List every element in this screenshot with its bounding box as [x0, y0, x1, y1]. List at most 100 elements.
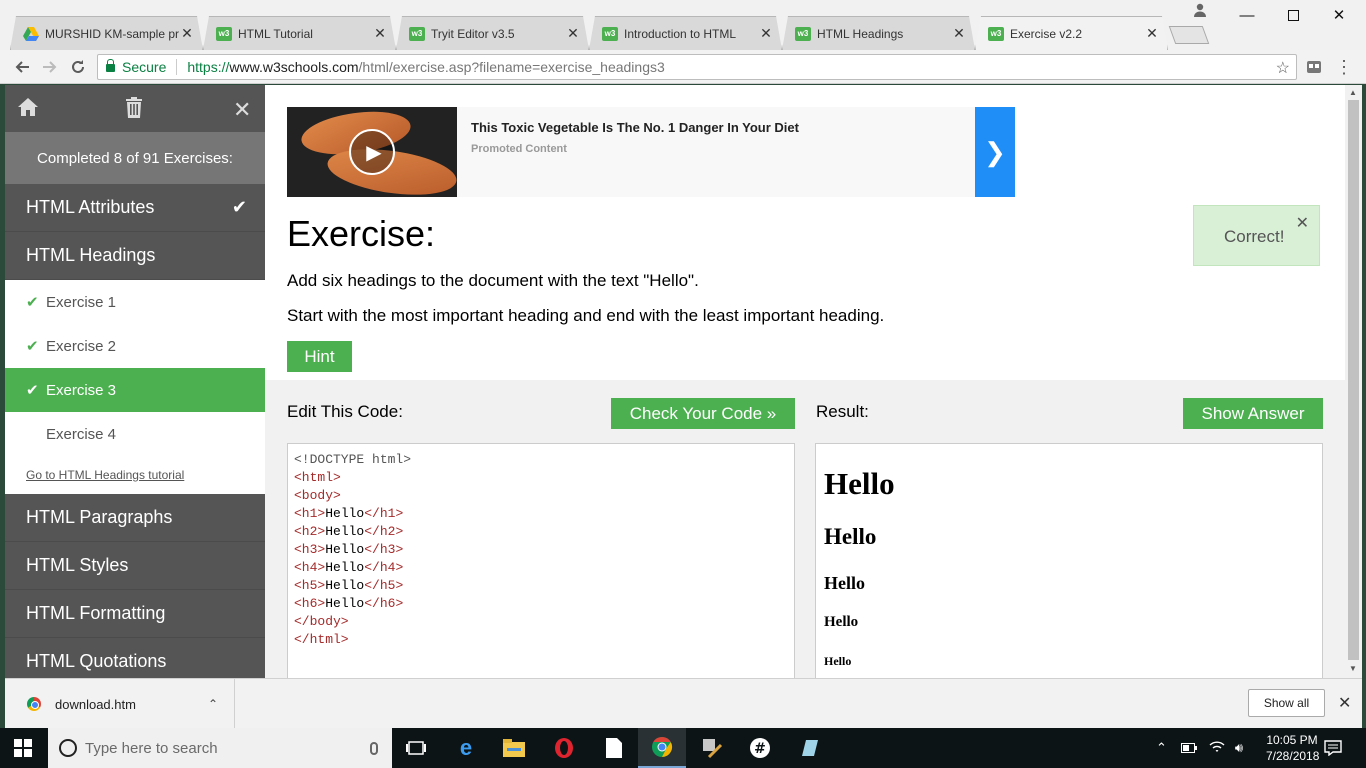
code-editor[interactable]: <!DOCTYPE html> <html> <body> <h1>Hello</h1…: [287, 443, 795, 678]
tutorial-link[interactable]: Go to HTML Headings tutorial: [5, 456, 265, 494]
document-icon[interactable]: [590, 728, 638, 768]
chevron-right-icon[interactable]: ❯: [975, 107, 1015, 197]
exercise-sidebar: ✕ Completed 8 of 91 Exercises: HTML Attr…: [5, 85, 265, 678]
hint-button[interactable]: Hint: [287, 341, 352, 372]
scroll-down-icon[interactable]: ▼: [1349, 664, 1357, 673]
code-line: </html>: [294, 631, 788, 649]
battery-icon[interactable]: [1180, 741, 1197, 756]
download-item[interactable]: download.htm ⌃: [5, 679, 235, 729]
exercise-list: ✔ Exercise 1 ✔ Exercise 2 ✔ Exercise 3 E…: [5, 280, 265, 494]
sidebar-item-label: HTML Headings: [26, 245, 156, 265]
sidebar-item-html-paragraphs[interactable]: HTML Paragraphs: [5, 494, 265, 542]
tab-murshid[interactable]: MURSHID KM-sample pr ✕: [10, 16, 203, 50]
exercise-item-1[interactable]: ✔ Exercise 1: [5, 280, 265, 324]
tab-label: HTML Headings: [817, 26, 904, 41]
sidebar-item-html-headings[interactable]: HTML Headings: [5, 232, 265, 280]
reload-icon[interactable]: [66, 55, 90, 79]
close-tab-icon[interactable]: ✕: [373, 25, 387, 42]
ad-headline[interactable]: This Toxic Vegetable Is The No. 1 Danger…: [471, 120, 799, 135]
editor-label: Edit This Code:: [287, 402, 403, 421]
exercise-label: Exercise 3: [46, 381, 117, 399]
result-label: Result:: [816, 402, 869, 421]
wifi-icon[interactable]: [1209, 740, 1225, 756]
scroll-thumb[interactable]: [1348, 100, 1359, 660]
tab-introduction-html[interactable]: w3 Introduction to HTML ✕: [589, 16, 782, 50]
workspace: Edit This Code: Check Your Code » <!DOCT…: [265, 380, 1345, 678]
ad-thumbnail[interactable]: ▶: [287, 107, 457, 197]
file-explorer-icon[interactable]: [490, 728, 538, 768]
minimize-icon[interactable]: —: [1224, 0, 1270, 30]
windows-start-icon[interactable]: [14, 739, 32, 757]
close-tab-icon[interactable]: ✕: [759, 25, 773, 42]
chrome-taskbar-icon[interactable]: [638, 728, 686, 768]
forward-icon[interactable]: [38, 55, 62, 79]
close-tab-icon[interactable]: ✕: [566, 25, 580, 42]
back-icon[interactable]: [10, 55, 34, 79]
taskbar-search[interactable]: Type here to search: [48, 728, 392, 768]
close-tab-icon[interactable]: ✕: [952, 25, 966, 42]
check-icon: ✔: [231, 197, 247, 217]
bookmark-star-icon[interactable]: ☆: [1276, 58, 1290, 78]
screen: MURSHID KM-sample pr ✕ w3 HTML Tutorial …: [0, 0, 1366, 768]
sidebar-item-html-formatting[interactable]: HTML Formatting: [5, 590, 265, 638]
code-open-tag: </html>: [294, 632, 349, 647]
check-code-button[interactable]: Check Your Code »: [611, 398, 795, 429]
close-tab-icon[interactable]: ✕: [1145, 25, 1159, 42]
code-open-tag: <h3>: [294, 542, 326, 557]
tab-html-headings[interactable]: w3 HTML Headings ✕: [782, 16, 975, 50]
exercise-item-3[interactable]: ✔ Exercise 3: [5, 368, 265, 412]
opera-icon[interactable]: [540, 728, 588, 768]
scroll-up-icon[interactable]: ▲: [1349, 88, 1357, 97]
address-bar[interactable]: Secure https:// www.w3schools.com /html/…: [97, 54, 1297, 80]
close-tab-icon[interactable]: ✕: [180, 25, 194, 42]
show-all-button[interactable]: Show all: [1248, 689, 1325, 717]
advertisement[interactable]: ▶ This Toxic Vegetable Is The No. 1 Dang…: [287, 107, 1015, 197]
close-alert-icon[interactable]: ✕: [1296, 213, 1309, 233]
tools-icon[interactable]: [688, 728, 736, 768]
tab-html-tutorial[interactable]: w3 HTML Tutorial ✕: [203, 16, 396, 50]
maximize-icon[interactable]: [1270, 0, 1316, 30]
notification-icon[interactable]: [1310, 728, 1356, 768]
volume-icon[interactable]: 🔊︎: [1235, 740, 1243, 756]
microphone-icon[interactable]: [370, 741, 378, 755]
code-text: Hello: [325, 578, 365, 593]
code-text: Hello: [325, 524, 365, 539]
chevron-up-icon[interactable]: ⌃: [1156, 740, 1167, 756]
tab-label: MURSHID KM-sample pr: [45, 26, 180, 41]
code-open-tag: <h4>: [294, 560, 326, 575]
home-icon[interactable]: [17, 97, 39, 123]
sidebar-item-html-quotations[interactable]: HTML Quotations: [5, 638, 265, 678]
close-download-bar-icon[interactable]: ✕: [1338, 693, 1351, 713]
exercise-item-4[interactable]: Exercise 4: [5, 412, 265, 456]
url-host: www.w3schools.com: [229, 59, 359, 75]
close-sidebar-icon[interactable]: ✕: [233, 97, 251, 123]
tab-tryit-editor[interactable]: w3 Tryit Editor v3.5 ✕: [396, 16, 589, 50]
code-text: Hello: [325, 506, 365, 521]
task-view-icon[interactable]: [392, 728, 440, 768]
address-divider: [176, 59, 178, 75]
close-window-icon[interactable]: ✕: [1316, 0, 1362, 30]
show-answer-button[interactable]: Show Answer: [1183, 398, 1323, 429]
new-tab-button[interactable]: [1168, 26, 1210, 44]
svg-text:#: #: [754, 741, 766, 757]
sidebar-item-label: HTML Quotations: [26, 651, 167, 671]
check-icon: ✔: [26, 382, 39, 399]
tab-strip: MURSHID KM-sample pr ✕ w3 HTML Tutorial …: [10, 16, 1210, 50]
sidebar-item-html-attributes[interactable]: HTML Attributes ✔: [5, 184, 265, 232]
play-icon[interactable]: ▶: [349, 129, 395, 175]
code-open-tag: <h5>: [294, 578, 326, 593]
profile-icon[interactable]: [1192, 2, 1208, 18]
secure-indicator[interactable]: Secure: [106, 59, 166, 75]
trash-icon[interactable]: [125, 97, 143, 124]
secure-label: Secure: [122, 59, 167, 75]
app-icon[interactable]: [786, 728, 834, 768]
tab-exercise[interactable]: w3 Exercise v2.2 ✕: [975, 16, 1168, 50]
extension-icon[interactable]: [1302, 55, 1326, 79]
edge-icon[interactable]: e: [442, 728, 490, 768]
chevron-up-icon[interactable]: ⌃: [208, 697, 218, 711]
sidebar-item-html-styles[interactable]: HTML Styles: [5, 542, 265, 590]
slack-icon[interactable]: #: [736, 728, 784, 768]
menu-kebab-icon[interactable]: ⋮: [1332, 55, 1356, 79]
page-scrollbar[interactable]: ▲ ▼: [1345, 85, 1362, 678]
exercise-item-2[interactable]: ✔ Exercise 2: [5, 324, 265, 368]
